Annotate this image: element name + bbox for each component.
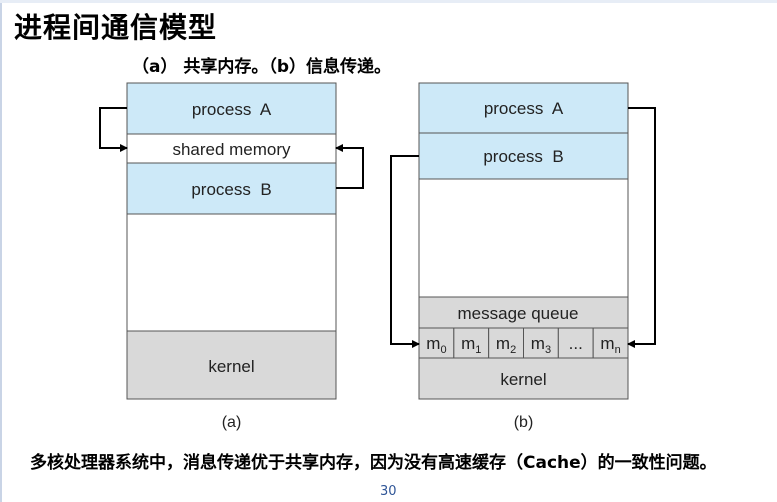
message-cells: m0 m1 m2 m3... mn xyxy=(418,327,629,359)
process-a-label-a: process A xyxy=(192,100,272,119)
message-cell-label: ... xyxy=(569,334,583,353)
page-number: 30 xyxy=(380,484,397,499)
caption-a: (a) xyxy=(222,414,242,431)
kernel-label-b: kernel xyxy=(500,370,546,389)
message-queue-label: message queue xyxy=(458,304,579,323)
process-b-label-b: process B xyxy=(483,147,563,166)
arrow-process-b-to-queue xyxy=(390,155,420,348)
diagram-b: process A process B message queue m0 m1 m2… xyxy=(390,82,656,431)
ipc-diagram: process A shared memory process B kernel… xyxy=(99,82,656,431)
shared-memory-label: shared memory xyxy=(172,140,291,159)
diagram-a: process A shared memory process B kernel… xyxy=(99,82,364,431)
arrow-process-a-to-queue xyxy=(627,107,656,348)
slide-footnote: 多核处理器系统中，消息传递优于共享内存，因为没有高速缓存（Cache）的一致性问… xyxy=(30,453,717,473)
arrow-process-b-to-shared xyxy=(335,144,364,189)
process-b-label-a: process B xyxy=(191,180,271,199)
caption-b: (b) xyxy=(514,414,534,431)
kernel-label-a: kernel xyxy=(208,357,254,376)
process-a-label-b: process A xyxy=(484,99,564,118)
arrow-process-a-to-shared xyxy=(99,107,128,152)
